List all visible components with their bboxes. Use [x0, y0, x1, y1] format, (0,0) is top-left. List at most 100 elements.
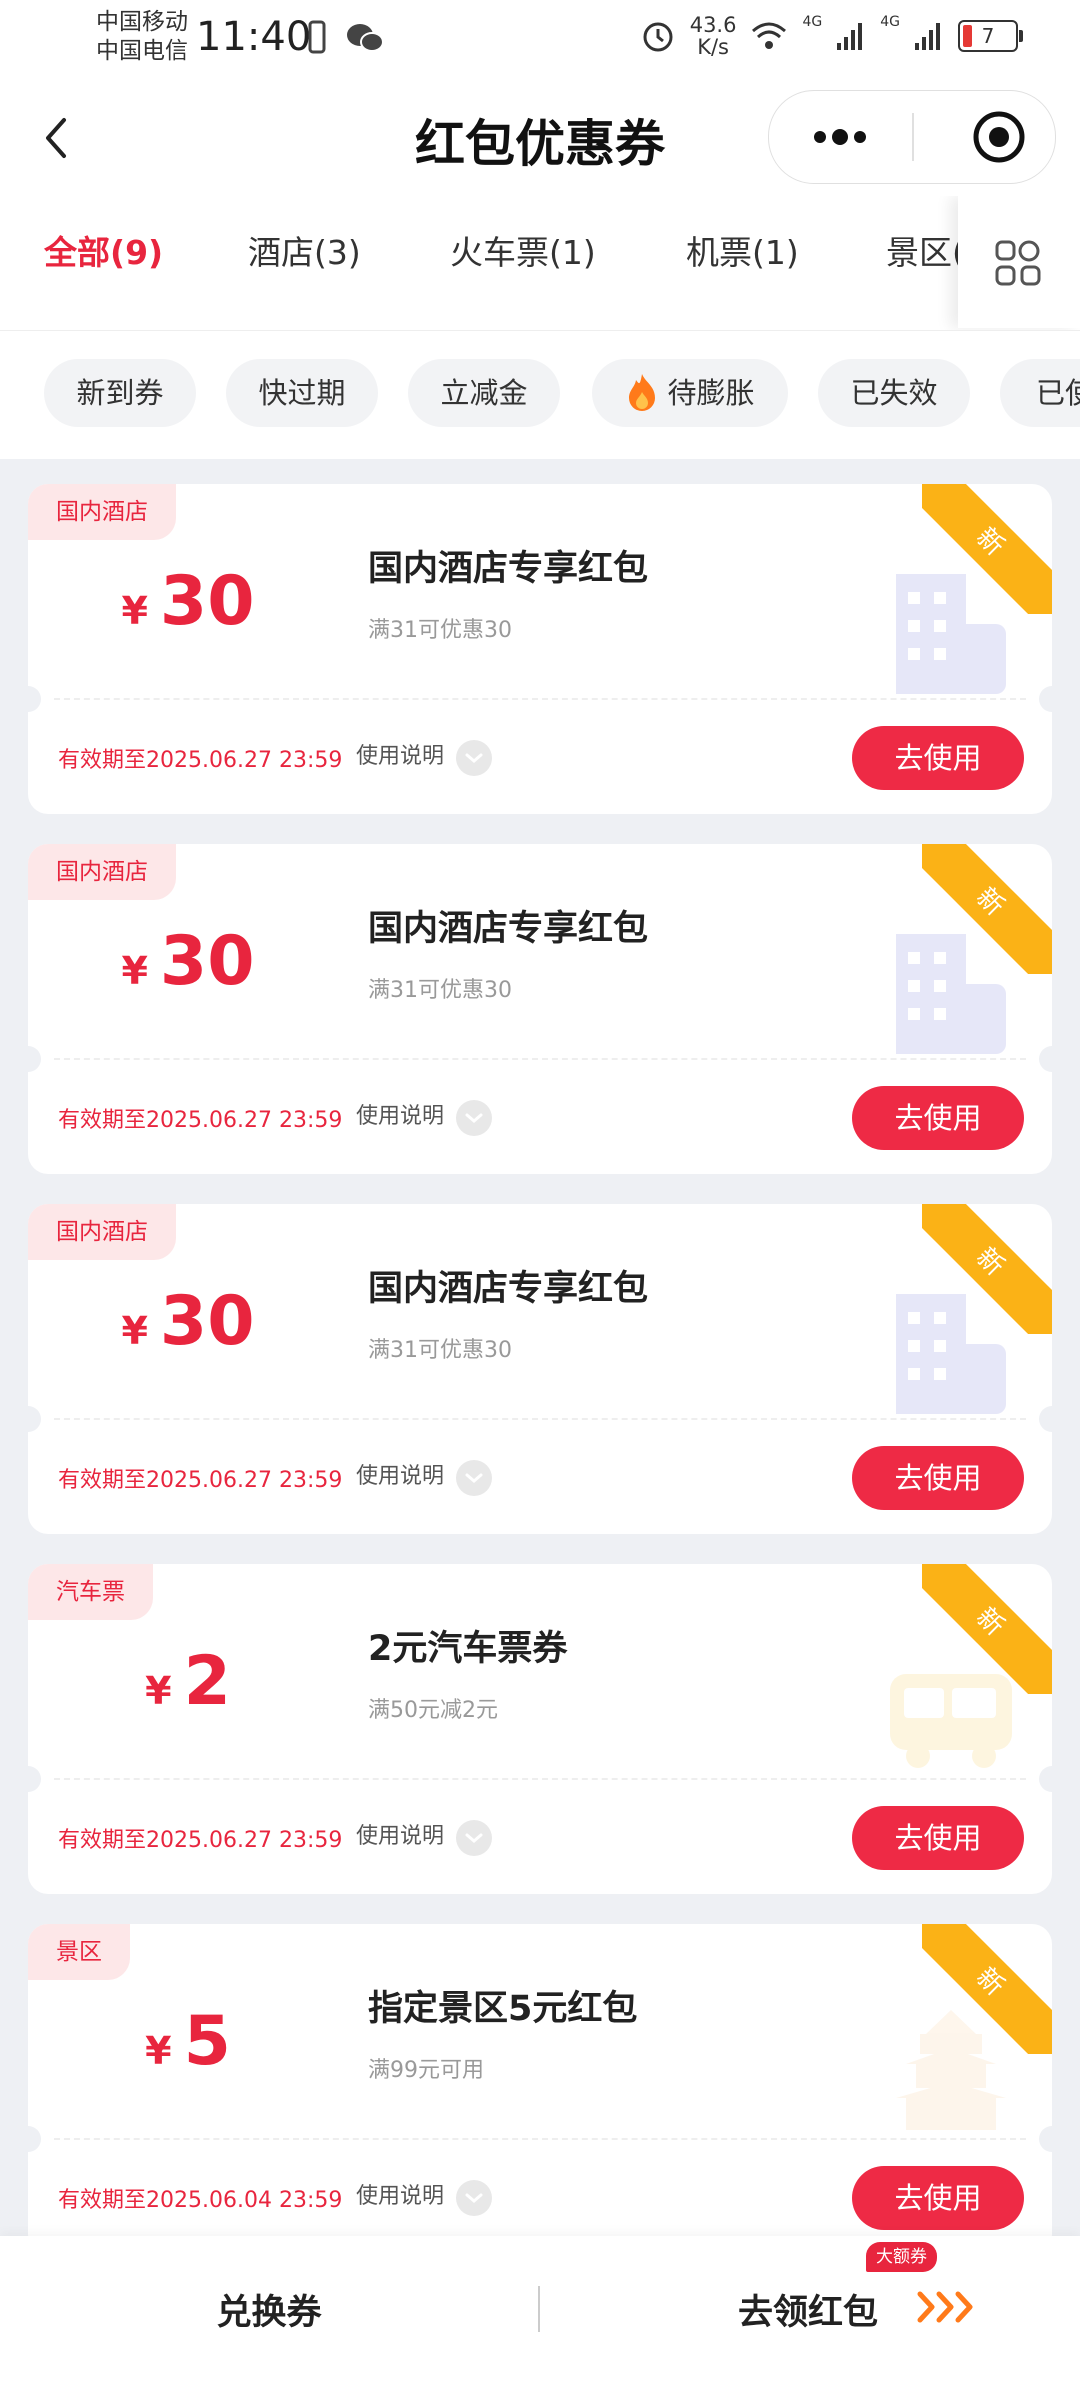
chip-expiring[interactable]: 快过期 — [226, 359, 378, 427]
new-ribbon: 新 — [922, 484, 1052, 614]
clock: 11:40 — [196, 14, 312, 60]
tab-train[interactable]: 火车票(1) — [450, 226, 596, 274]
coupon-category-tag: 景区 — [28, 1924, 130, 1980]
chip-used[interactable]: 已使 — [1000, 359, 1080, 427]
tab-flight[interactable]: 机票(1) — [686, 226, 799, 274]
coupon-validity: 有效期至2025.06.27 23:59 — [58, 748, 343, 773]
coupon-condition: 满31可优惠30 — [368, 1338, 512, 1363]
new-ribbon: 新 — [922, 1564, 1052, 1694]
card-divider — [54, 698, 1026, 700]
chip-new[interactable]: 新到券 — [44, 359, 196, 427]
chevron-down-icon[interactable] — [456, 1100, 492, 1136]
tab-scenic[interactable]: 景区( — [886, 226, 965, 274]
coupon-condition: 满31可优惠30 — [368, 978, 512, 1003]
status-bar: 中国移动 中国电信 11:40 43.6 K/s 4G 4G 7 — [0, 0, 1080, 78]
use-coupon-button[interactable]: 去使用 — [852, 1446, 1024, 1510]
coupon-card: 国内酒店 ¥30 国内酒店专享红包 满31可优惠30 新 有效期至2025.06… — [28, 844, 1052, 1174]
exchange-coupon-button[interactable]: 兑换券 — [0, 2284, 538, 2335]
card-divider — [54, 1778, 1026, 1780]
carrier-2: 中国电信 — [96, 38, 188, 64]
coupon-card: 汽车票 ¥2 2元汽车票券 满50元减2元 新 有效期至2025.06.27 2… — [28, 1564, 1052, 1894]
signal-1-label: 4G — [802, 14, 823, 30]
category-tabs: 全部(9) 酒店(3) 火车票(1) 机票(1) 景区( — [0, 196, 1080, 331]
card-notch — [1039, 1406, 1052, 1432]
signal-icon — [837, 23, 863, 50]
use-coupon-button[interactable]: 去使用 — [852, 1086, 1024, 1150]
usage-instructions-link[interactable]: 使用说明 — [356, 1458, 444, 1490]
signal-2-label: 4G — [880, 14, 900, 30]
net-speed: 43.6 K/s — [689, 13, 737, 59]
coupon-title: 国内酒店专享红包 — [368, 549, 649, 589]
coupon-category-tag: 国内酒店 — [28, 484, 176, 540]
capsule-divider — [912, 113, 914, 161]
coupon-title: 2元汽车票券 — [368, 1629, 568, 1669]
new-ribbon: 新 — [922, 1204, 1052, 1334]
filter-chips: 新到券 快过期 立减金 待膨胀 已失效 已使 — [0, 331, 1080, 459]
coupon-title: 国内酒店专享红包 — [368, 1269, 649, 1309]
triple-chevron-right-icon[interactable] — [916, 2288, 978, 2326]
coupon-category-tag: 汽车票 — [28, 1564, 153, 1620]
coupon-validity: 有效期至2025.06.27 23:59 — [58, 1108, 343, 1133]
coupon-title: 指定景区5元红包 — [368, 1989, 638, 2029]
card-notch — [1039, 1046, 1052, 1072]
card-divider — [54, 1058, 1026, 1060]
chevron-down-icon[interactable] — [456, 2180, 492, 2216]
coupon-card: 国内酒店 ¥30 国内酒店专享红包 满31可优惠30 新 有效期至2025.06… — [28, 484, 1052, 814]
chevron-down-icon[interactable] — [456, 1460, 492, 1496]
chip-to-inflate-label: 待膨胀 — [667, 376, 755, 410]
coupon-card: 国内酒店 ¥30 国内酒店专享红包 满31可优惠30 新 有效期至2025.06… — [28, 1204, 1052, 1534]
card-notch — [1039, 1766, 1052, 1792]
bottom-bar: 兑换券 去领红包 大额券 — [0, 2236, 1080, 2400]
card-divider — [54, 1418, 1026, 1420]
chip-expired[interactable]: 已失效 — [818, 359, 970, 427]
card-divider — [54, 2138, 1026, 2140]
carrier-1: 中国移动 — [96, 9, 188, 35]
new-ribbon: 新 — [922, 1924, 1052, 2054]
tab-grid-toggle[interactable] — [958, 196, 1080, 328]
chip-instant-discount[interactable]: 立减金 — [408, 359, 560, 427]
chip-to-inflate[interactable]: 待膨胀 — [592, 359, 788, 427]
use-coupon-button[interactable]: 去使用 — [852, 2166, 1024, 2230]
coupon-category-tag: 国内酒店 — [28, 1204, 176, 1260]
more-dots-icon[interactable] — [805, 109, 875, 165]
big-coupon-badge: 大额券 — [866, 2242, 937, 2272]
carrier-labels: 中国移动 中国电信 — [96, 8, 188, 66]
use-coupon-button[interactable]: 去使用 — [852, 1806, 1024, 1870]
coupon-amount: ¥30 — [121, 922, 255, 1001]
card-notch — [28, 2126, 41, 2152]
grid-icon — [995, 240, 1041, 286]
close-target-icon[interactable] — [971, 109, 1027, 165]
alarm-icon — [643, 22, 673, 52]
usage-instructions-link[interactable]: 使用说明 — [356, 2178, 444, 2210]
nav-bar: 红包优惠券 — [0, 78, 1080, 196]
coupon-amount: ¥2 — [145, 1642, 231, 1721]
tab-hotel[interactable]: 酒店(3) — [248, 226, 361, 274]
coupon-category-tag: 国内酒店 — [28, 844, 176, 900]
chevron-down-icon[interactable] — [456, 740, 492, 776]
usage-instructions-link[interactable]: 使用说明 — [356, 738, 444, 770]
wifi-icon — [752, 22, 787, 49]
card-notch — [28, 1406, 41, 1432]
coupon-condition: 满50元减2元 — [368, 1698, 498, 1723]
use-coupon-button[interactable]: 去使用 — [852, 726, 1024, 790]
tab-all[interactable]: 全部(9) — [44, 226, 163, 274]
card-notch — [1039, 2126, 1052, 2152]
coupon-validity: 有效期至2025.06.27 23:59 — [58, 1828, 343, 1853]
usage-instructions-link[interactable]: 使用说明 — [356, 1818, 444, 1850]
fire-icon — [629, 374, 656, 411]
status-icons: 43.6 K/s 4G 4G 7 — [640, 13, 1023, 59]
phone-icon — [308, 20, 326, 54]
card-notch — [28, 1046, 41, 1072]
signal-icon — [915, 23, 940, 50]
coupon-validity: 有效期至2025.06.04 23:59 — [58, 2188, 343, 2213]
coupon-amount: ¥30 — [121, 562, 255, 641]
coupon-amount: ¥30 — [121, 1282, 255, 1361]
chevron-down-icon[interactable] — [456, 1820, 492, 1856]
coupon-amount: ¥5 — [145, 2002, 231, 2081]
usage-instructions-link[interactable]: 使用说明 — [356, 1098, 444, 1130]
get-red-packet-button[interactable]: 去领红包 — [738, 2284, 878, 2335]
wechat-icon — [347, 24, 384, 52]
card-notch — [1039, 686, 1052, 712]
coupon-condition: 满31可优惠30 — [368, 618, 512, 643]
card-notch — [28, 686, 41, 712]
